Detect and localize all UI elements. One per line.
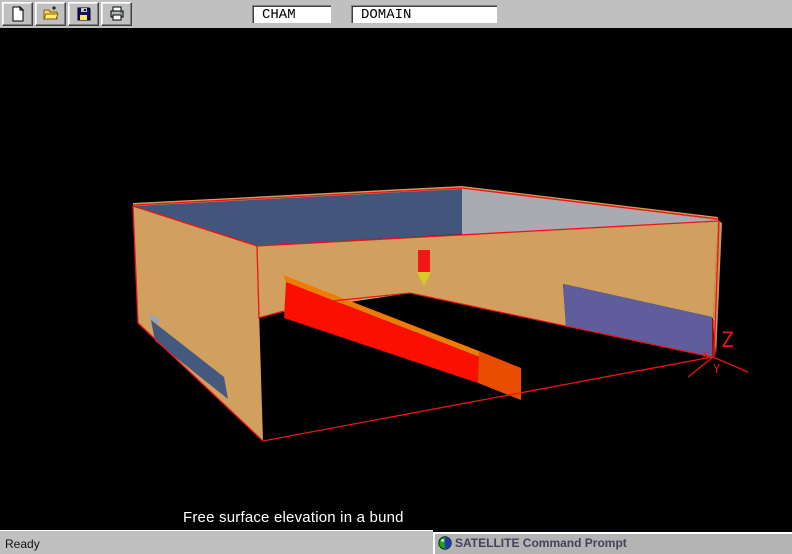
background-window-titlebar[interactable]: SATELLITE Command Prompt	[433, 532, 792, 554]
domain-field[interactable]	[351, 5, 497, 23]
scene-svg[interactable]: ZXY	[0, 0, 792, 554]
cham-field[interactable]	[252, 5, 331, 23]
printer-icon	[109, 6, 125, 22]
satellite-app-icon	[438, 536, 452, 550]
open-folder-icon	[43, 6, 59, 22]
open-button[interactable]	[35, 2, 66, 26]
axis-y-label: Y	[713, 362, 721, 376]
print-button[interactable]	[101, 2, 132, 26]
axis-z-label: Z	[721, 328, 734, 352]
scene-caption: Free surface elevation in a bund	[183, 509, 404, 526]
status-bar: Ready	[0, 530, 433, 554]
save-button[interactable]	[68, 2, 99, 26]
status-text: Ready	[5, 537, 40, 551]
probe-body	[418, 250, 430, 272]
toolbar	[0, 0, 792, 28]
new-button[interactable]	[2, 2, 33, 26]
background-window-title: SATELLITE Command Prompt	[455, 536, 627, 550]
save-floppy-icon	[76, 6, 92, 22]
axis-x-label: X	[702, 349, 709, 362]
new-document-icon	[10, 6, 26, 22]
